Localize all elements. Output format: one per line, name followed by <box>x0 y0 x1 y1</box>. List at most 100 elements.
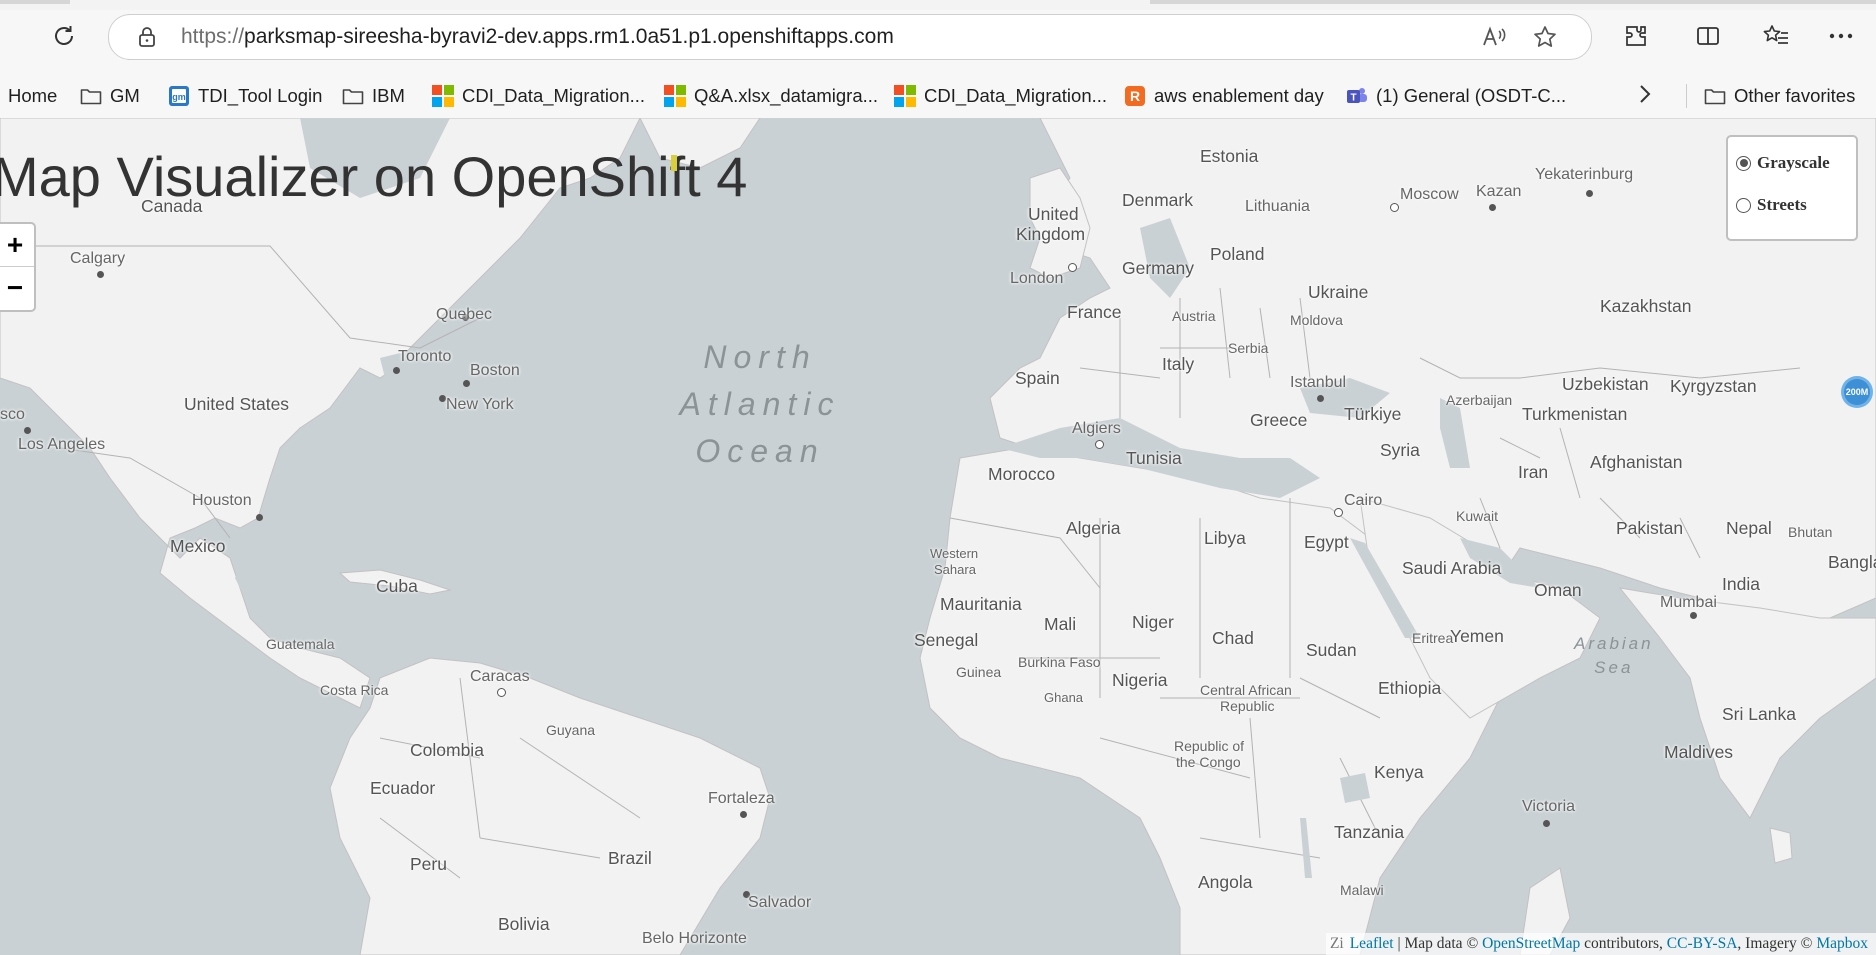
map-label: Moldova <box>1290 312 1343 328</box>
r-logo-icon: R <box>1124 85 1146 107</box>
bookmark-cdi-data-migration-2[interactable]: CDI_Data_Migration... <box>894 74 1107 118</box>
map-label: Greece <box>1250 410 1308 430</box>
map-label: Yemen <box>1450 626 1504 646</box>
map-label: United States <box>184 394 290 414</box>
map-label: Ukraine <box>1308 282 1369 302</box>
map-label: Quebec <box>436 306 493 323</box>
bookmark-label: (1) General (OSDT-C... <box>1376 85 1567 106</box>
map-label: Toronto <box>398 348 452 365</box>
bookmark-folder-ibm[interactable]: IBM <box>342 74 405 118</box>
map-view[interactable]: Estonia Denmark Lithuania Moscow Kazan Y… <box>0 118 1876 955</box>
map-label: Malawi <box>1340 882 1384 898</box>
bookmark-general-osdt[interactable]: T (1) General (OSDT-C... <box>1346 74 1566 118</box>
map-label: Mauritania <box>940 594 1022 614</box>
map-label: Burkina Faso <box>1018 654 1101 670</box>
map-label: France <box>1067 302 1122 322</box>
layer-option-streets[interactable]: Streets <box>1736 195 1807 215</box>
lock-icon[interactable] <box>135 25 159 49</box>
ocean-label-line: Ocean <box>695 433 825 469</box>
zoom-control: + − <box>0 222 36 312</box>
mapbox-link[interactable]: Mapbox <box>1816 935 1868 953</box>
microsoft-logo-icon <box>894 85 916 107</box>
map-label: Moscow <box>1400 186 1459 203</box>
map-label: Istanbul <box>1290 374 1347 391</box>
svg-text:T: T <box>1350 93 1356 104</box>
folder-icon <box>1704 85 1726 107</box>
bookmark-folder-gm[interactable]: GM <box>80 74 140 118</box>
address-bar[interactable]: https://parksmap-sireesha-byravi2-dev.ap… <box>108 14 1592 60</box>
map-label: Guatemala <box>266 636 335 652</box>
bookmark-home[interactable]: Home <box>8 74 57 118</box>
map-label: Kazakhstan <box>1600 296 1692 316</box>
read-aloud-icon[interactable] <box>1480 23 1508 51</box>
map-label: Western <box>930 546 979 561</box>
bookmark-label: aws enablement day <box>1154 85 1324 106</box>
bookmark-cdi-data-migration-1[interactable]: CDI_Data_Migration... <box>432 74 645 118</box>
cc-by-sa-link[interactable]: CC-BY-SA <box>1667 935 1738 953</box>
map-label: Ecuador <box>370 778 436 798</box>
city-marker <box>1586 190 1593 197</box>
teams-icon: T <box>1346 85 1368 107</box>
map-label: Oman <box>1534 580 1582 600</box>
sea-label: Sea <box>1594 658 1634 677</box>
attribution-text: | Map data © <box>1393 935 1483 952</box>
gm-logo-icon: gm <box>168 85 190 107</box>
zoom-in-button[interactable]: + <box>0 224 34 266</box>
map-label: Peru <box>410 854 447 874</box>
bookmark-label: Home <box>8 85 58 106</box>
extensions-icon[interactable] <box>1618 14 1654 58</box>
map-label: Tunisia <box>1126 448 1182 468</box>
map-label: Sudan <box>1306 640 1357 660</box>
map-label: Saudi Arabia <box>1402 558 1502 578</box>
capital-marker <box>1095 440 1104 449</box>
map-label: Kenya <box>1374 762 1424 782</box>
map-label: Republic <box>1220 698 1275 714</box>
bookmark-tdi-tool-login[interactable]: gm TDI_Tool Login <box>168 74 322 118</box>
layer-label: Grayscale <box>1757 153 1830 172</box>
more-icon[interactable] <box>1823 14 1859 58</box>
map-label: Sri Lanka <box>1722 704 1796 724</box>
bookmarks-bar: Home GM gm TDI_Tool Login IBM CDI_Data_M… <box>0 74 1876 119</box>
text-cursor <box>671 155 677 171</box>
map-label: Calgary <box>70 250 126 267</box>
map-label: Ethiopia <box>1378 678 1442 698</box>
map-label: Poland <box>1210 244 1265 264</box>
bookmark-label: IBM <box>372 85 405 106</box>
layer-option-grayscale[interactable]: Grayscale <box>1736 153 1830 173</box>
refresh-icon[interactable] <box>46 14 82 58</box>
map-label: Algeria <box>1066 518 1121 538</box>
leaflet-link[interactable]: Leaflet <box>1350 935 1394 953</box>
favorites-icon[interactable] <box>1758 14 1794 58</box>
ocean-label-line: Atlantic <box>679 386 841 422</box>
bookmarks-overflow-button[interactable] <box>1638 74 1652 118</box>
landmass-india <box>1618 587 1876 819</box>
water-gulf-of-mexico <box>235 538 340 618</box>
map-label: Belo Horizonte <box>642 930 747 947</box>
bookmark-label: TDI_Tool Login <box>198 85 323 106</box>
radio-streets[interactable] <box>1736 197 1751 213</box>
map-label: Costa Rica <box>320 682 389 698</box>
split-screen-icon[interactable] <box>1690 14 1726 58</box>
city-marker <box>740 811 747 818</box>
browser-toolbar: https://parksmap-sireesha-byravi2-dev.ap… <box>0 10 1876 74</box>
bookmark-label: CDI_Data_Migration... <box>462 85 646 106</box>
map-label: Niger <box>1132 612 1174 632</box>
zoom-out-button[interactable]: − <box>0 267 34 309</box>
map-label: Cairo <box>1344 492 1383 509</box>
star-icon[interactable] <box>1531 23 1559 51</box>
map-label: Republic of <box>1174 738 1245 754</box>
layer-switcher: Grayscale Streets <box>1726 135 1858 241</box>
map-basemap <box>0 118 1876 955</box>
bookmark-other-favorites[interactable]: Other favorites <box>1704 74 1855 118</box>
bookmark-aws-enablement-day[interactable]: R aws enablement day <box>1124 74 1324 118</box>
map-label: Estonia <box>1200 146 1259 166</box>
map-label: Denmark <box>1122 190 1193 210</box>
openstreetmap-link[interactable]: OpenStreetMap <box>1482 935 1580 953</box>
url-text[interactable]: https://parksmap-sireesha-byravi2-dev.ap… <box>181 25 894 49</box>
map-label: London <box>1010 270 1064 287</box>
chevron-right-icon <box>1638 84 1652 109</box>
bookmark-qa-datamigration[interactable]: Q&A.xlsx_datamigra... <box>664 74 878 118</box>
marker-cluster[interactable]: 200M <box>1841 376 1873 408</box>
city-marker <box>256 514 263 521</box>
radio-grayscale[interactable] <box>1736 155 1751 171</box>
